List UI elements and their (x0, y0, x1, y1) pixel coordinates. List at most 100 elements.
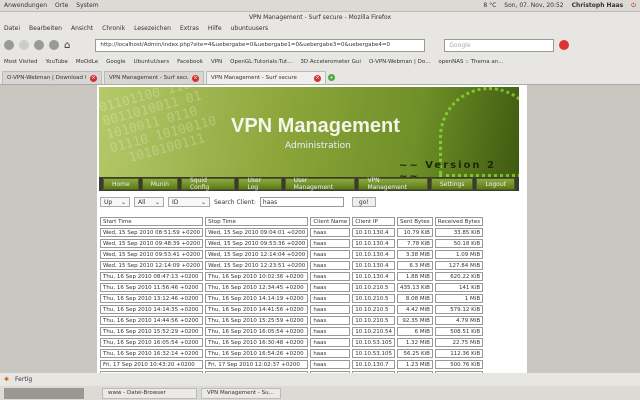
table-cell: 1 MiB (434, 294, 484, 303)
tab[interactable]: VPN Management - Surf secure × (104, 71, 204, 84)
home-icon[interactable]: ⌂ (64, 40, 70, 51)
table-cell: 10.79 KiB (396, 228, 433, 237)
table-cell: Thu, 16 Sep 2010 14:41:56 +0200 (205, 305, 309, 314)
bookmark[interactable]: YouTube (45, 59, 67, 65)
new-tab-icon[interactable]: + (328, 74, 335, 81)
table-cell: Thu, 16 Sep 2010 14:14:19 +0200 (205, 294, 309, 303)
table-cell: 1.23 MiB (396, 360, 433, 369)
menu-ansicht[interactable]: Ansicht (71, 25, 93, 32)
table-cell: Thu, 16 Sep 2010 16:30:48 +0200 (205, 338, 309, 347)
workspace-switcher[interactable] (4, 387, 84, 399)
taskbar-item-file-browser[interactable]: www - Datei-Browser (102, 387, 197, 399)
tab-active[interactable]: VPN Management - Surf secure × (206, 71, 326, 84)
table-cell: haas (310, 316, 351, 325)
page-content: 01101100 110 0011010011 01 1010011 0110 011… (0, 85, 640, 373)
bookmarks-toolbar: Most Visited YouTube MoOdLe Google Ubunt… (0, 56, 640, 68)
table-cell: 33.85 KiB (434, 228, 484, 237)
status-text: Fertig (15, 376, 33, 383)
table-cell: 8.08 MiB (396, 294, 433, 303)
bookmark[interactable]: openNAS :: Thema an... (438, 59, 503, 65)
bookmark[interactable]: O-VPN-Webman | Do... (369, 59, 430, 65)
table-row: Wed, 15 Sep 2010 09:53:41 +0200 Wed, 15 S… (100, 250, 484, 259)
bookmark[interactable]: MoOdLe (76, 59, 98, 65)
menu-datei[interactable]: Datei (4, 25, 20, 32)
table-cell: Thu, 16 Sep 2010 16:54:26 +0200 (205, 349, 309, 358)
table-cell: 435.13 KiB (396, 283, 433, 292)
table-cell: Wed, 15 Sep 2010 12:23:51 +0200 (205, 261, 309, 270)
sort-value: ID (172, 198, 179, 206)
table-cell: haas (310, 228, 351, 237)
table-cell: 620.22 KiB (434, 272, 484, 281)
reload-icon[interactable] (34, 40, 44, 50)
table-cell: Thu, 16 Sep 2010 16:32:14 +0200 (100, 349, 204, 358)
bookmark[interactable]: 3D Accelerometer Gui (300, 59, 361, 65)
nav-munin[interactable]: Munin (141, 178, 178, 190)
go-button[interactable]: go! (351, 197, 376, 207)
table-row: Wed, 15 Sep 2010 08:51:59 +0200 Wed, 15 S… (100, 228, 484, 237)
panel-menu-places[interactable]: Orte (55, 2, 68, 9)
nav-user-management[interactable]: User Management (284, 177, 356, 191)
nav-vpn-management[interactable]: VPN Management (358, 177, 428, 191)
stop-icon[interactable] (49, 40, 59, 50)
column-header: Start Time (100, 217, 204, 226)
tab[interactable]: O-VPN-Webman | Download O-V... × (2, 71, 102, 84)
close-icon[interactable]: × (314, 74, 321, 82)
bookmark[interactable]: VPN (211, 59, 222, 65)
clock[interactable]: Son, 07. Nov, 20:52 (504, 2, 563, 9)
order-select[interactable]: Up ⌄ (100, 197, 130, 207)
forward-icon[interactable] (19, 40, 29, 50)
menu-hilfe[interactable]: Hilfe (208, 25, 222, 32)
bookmark[interactable]: Google (106, 59, 125, 65)
nav-home[interactable]: Home (103, 178, 139, 190)
column-header: Sent Bytes (396, 217, 433, 226)
close-icon[interactable]: × (90, 74, 97, 82)
nav-logout[interactable]: Logout (476, 178, 516, 190)
bookmark[interactable]: UbuntuUsers (134, 59, 170, 65)
version-label: ~~ Version 2 ~~ (399, 160, 496, 177)
table-cell: Wed, 15 Sep 2010 08:51:59 +0200 (100, 228, 204, 237)
taskbar-item-firefox[interactable]: VPN Management - Su... (201, 387, 281, 399)
table-cell: Wed, 15 Sep 2010 09:04:01 +0200 (205, 228, 309, 237)
menu-extras[interactable]: Extras (180, 25, 199, 32)
nav-settings[interactable]: Settings (430, 178, 474, 190)
user-name[interactable]: Christoph Haas (572, 2, 624, 9)
url-input[interactable]: http://localhost/Admin/index.php?site=4&… (95, 38, 426, 52)
table-cell: haas (310, 239, 351, 248)
table-row: Thu, 16 Sep 2010 14:44:56 +0200 Thu, 16 S… (100, 316, 484, 325)
panel-menu-system[interactable]: System (76, 2, 98, 9)
menu-bearbeiten[interactable]: Bearbeiten (29, 25, 62, 32)
column-header: Client Name (310, 217, 351, 226)
bookmark[interactable]: Facebook (177, 59, 203, 65)
close-icon[interactable]: × (192, 74, 199, 82)
table-cell: Wed, 15 Sep 2010 12:14:04 +0200 (205, 250, 309, 259)
menu-chronik[interactable]: Chronik (102, 25, 125, 32)
bookmark[interactable]: Most Visited (4, 59, 37, 65)
table-row: Thu, 16 Sep 2010 15:52:29 +0200 Thu, 16 S… (100, 327, 484, 336)
binary-decoration: 01101100 110 0011010011 01 1010011 0110 011… (99, 87, 219, 170)
search-input[interactable]: Google (444, 38, 555, 52)
sort-select[interactable]: ID ⌄ (168, 197, 210, 207)
table-cell: 141 KiB (434, 283, 484, 292)
weather[interactable]: 8 °C (483, 2, 496, 9)
power-icon[interactable]: ⏻ (631, 2, 636, 10)
menubar: Datei Bearbeiten Ansicht Chronik Lesezei… (0, 22, 640, 34)
back-icon[interactable] (4, 40, 14, 50)
search-client-input[interactable]: haas (259, 197, 344, 207)
table-cell: haas (310, 327, 351, 336)
table-cell: haas (310, 338, 351, 347)
adblock-icon[interactable] (559, 40, 570, 50)
menu-ubuntuusers[interactable]: ubuntuusers (231, 25, 269, 32)
menu-lesezeichen[interactable]: Lesezeichen (134, 25, 171, 32)
top-panel: Anwendungen Orte System 8 °C Son, 07. No… (0, 0, 640, 12)
site-nav: Home Munin Squid Config User Log User Ma… (99, 177, 519, 191)
table-row: Thu, 16 Sep 2010 16:32:14 +0200 Thu, 16 S… (100, 349, 484, 358)
bookmark[interactable]: OpenGL:Tutorials:Tut... (230, 59, 292, 65)
taskbar: www - Datei-Browser VPN Management - Su.… (0, 386, 640, 400)
table-cell: 7.78 KiB (396, 239, 433, 248)
search-client-label: Search Client: (214, 198, 256, 206)
nav-user-log[interactable]: User Log (238, 177, 282, 191)
panel-menu-applications[interactable]: Anwendungen (4, 2, 47, 9)
nav-squid-config[interactable]: Squid Config (180, 177, 236, 191)
column-header: Client IP (352, 217, 395, 226)
filter-select[interactable]: All ⌄ (134, 197, 164, 207)
